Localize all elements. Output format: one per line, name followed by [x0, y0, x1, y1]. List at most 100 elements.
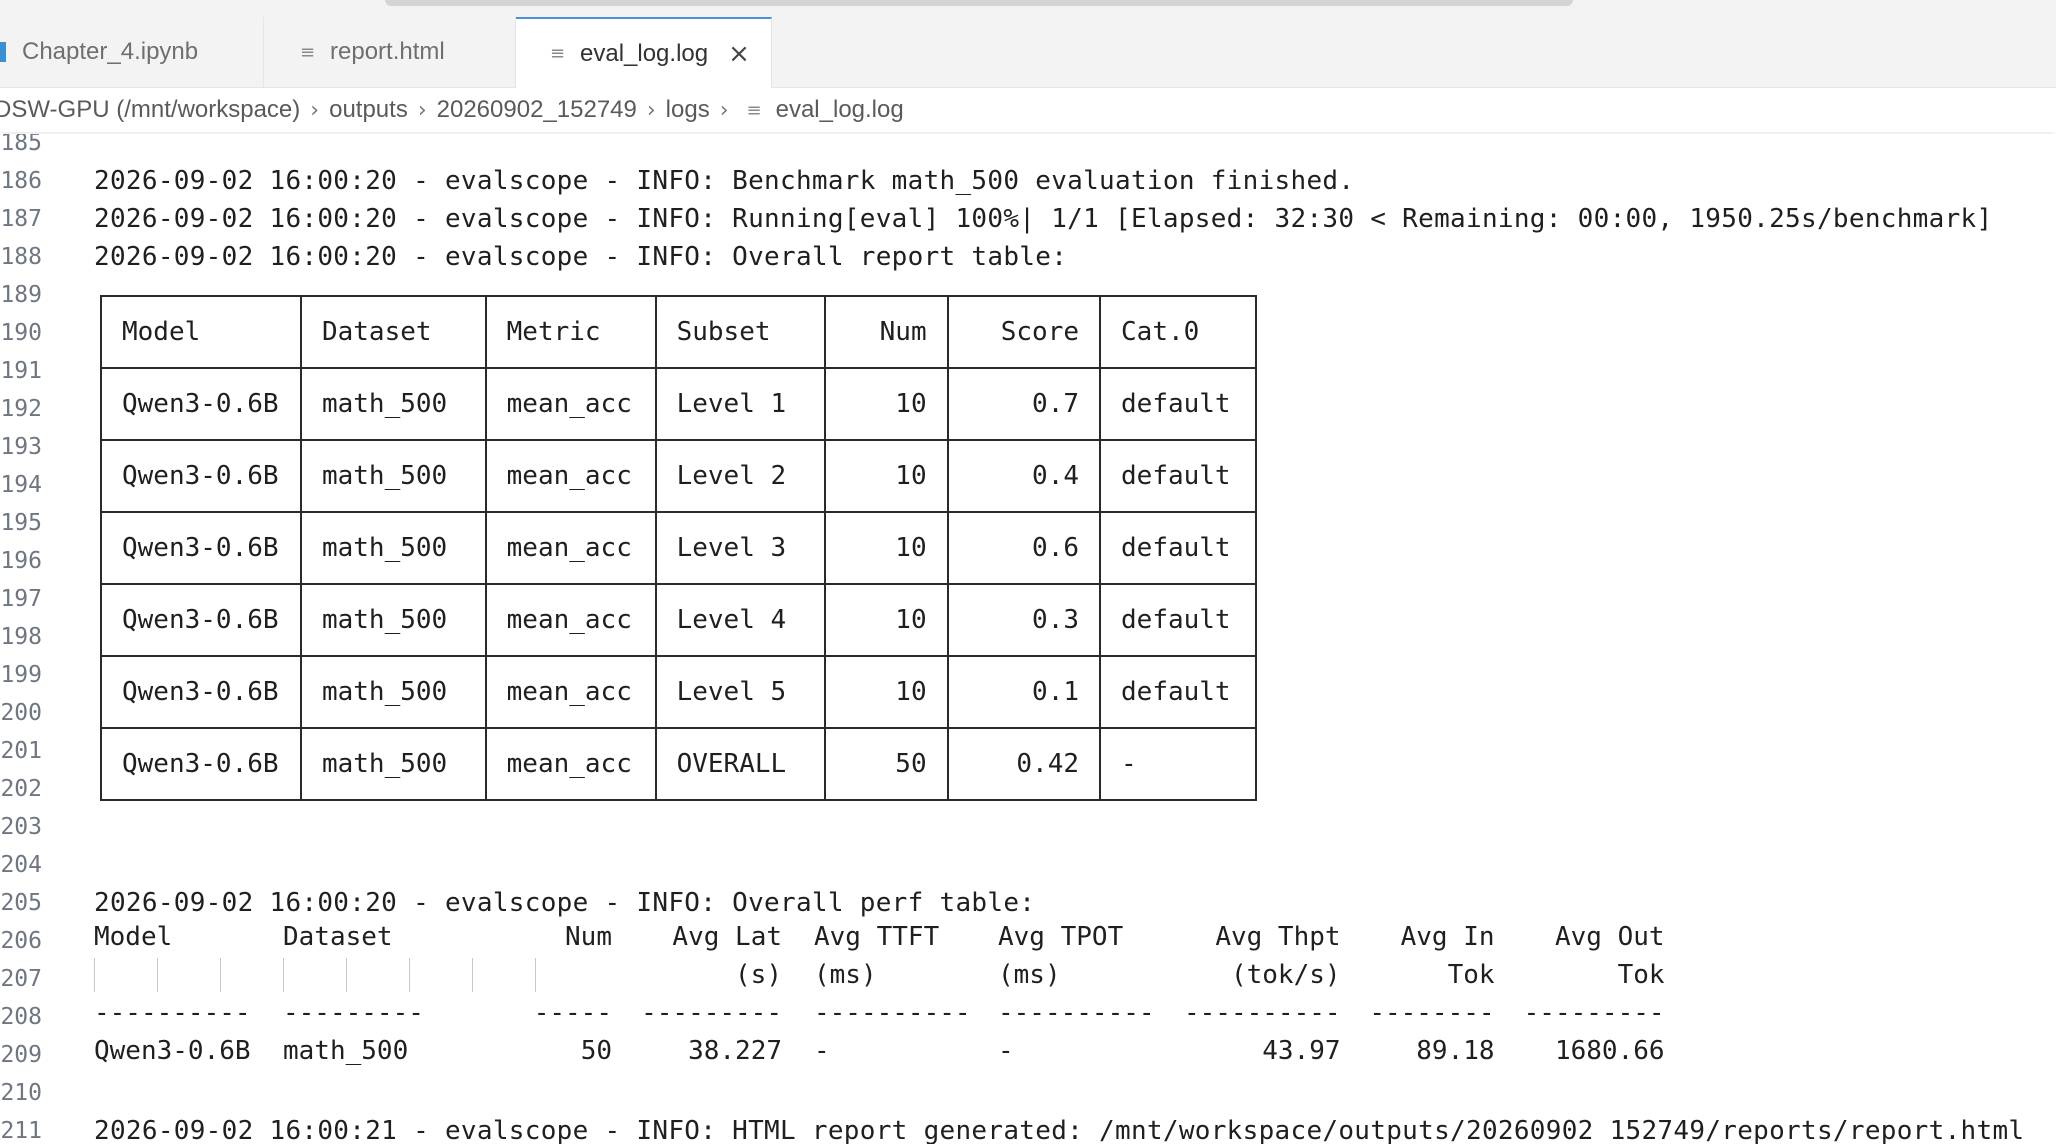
- log-line-186: 2026-09-02 16:00:20 - evalscope - INFO: …: [94, 166, 1355, 196]
- table-cell: 50: [824, 727, 949, 801]
- line-number: 210: [0, 1080, 42, 1106]
- editor-line: 186 2026-09-02 16:00:20 - evalscope - INF…: [0, 162, 2056, 200]
- table-cell: default: [1099, 367, 1257, 441]
- separator-dashes: ----------: [998, 998, 1155, 1028]
- line-number: 189: [0, 282, 42, 308]
- column-header: Avg TTFT: [814, 922, 940, 952]
- table-cell: 0.4: [946, 439, 1102, 513]
- line-number: 207: [0, 966, 42, 992]
- line-number: 199: [0, 662, 42, 688]
- separator-dashes: ---------: [641, 998, 782, 1028]
- notebook-icon: [0, 42, 6, 62]
- table-cell: OVERALL: [654, 727, 827, 801]
- table-cell: mean_acc: [484, 511, 657, 585]
- column-header: (tok/s): [1230, 960, 1341, 990]
- separator-dashes: ----------: [1184, 998, 1341, 1028]
- line-number: 196: [0, 548, 42, 574]
- column-header: Tok: [1447, 960, 1495, 990]
- line-number: 211: [0, 1118, 42, 1144]
- table-cell: 10: [824, 439, 949, 513]
- column-header: Avg Out: [1554, 922, 1665, 952]
- table-cell: 0.6: [946, 511, 1102, 585]
- table-cell: Level 5: [654, 655, 827, 729]
- column-header: Subset: [654, 295, 827, 369]
- table-cell: mean_acc: [484, 583, 657, 657]
- table-row: Qwen3-0.6B math_500 mean_acc Level 3 10 …: [100, 511, 1257, 585]
- overall-perf-table: Model Dataset Num Avg Lat Avg TTFT Avg T…: [94, 918, 1665, 1070]
- table-row: Qwen3-0.6B math_500 mean_acc Level 4 10 …: [100, 583, 1257, 657]
- line-number: 186: [0, 168, 42, 194]
- separator-dashes: -----: [533, 998, 612, 1028]
- breadcrumb-root[interactable]: DSW-GPU (/mnt/workspace): [0, 96, 300, 124]
- line-number: 188: [0, 244, 42, 270]
- table-cell: 38.227: [688, 1036, 782, 1066]
- perf-separator-row: ---------- --------- ----- --------- ---…: [94, 994, 1665, 1032]
- separator-dashes: --------: [1369, 998, 1495, 1028]
- tab-report-html[interactable]: ≡ report.html: [264, 17, 516, 87]
- column-header: Tok: [1617, 960, 1665, 990]
- editor-tab-bar: Chapter_4.ipynb ≡ report.html ≡ eval_log…: [0, 17, 2056, 88]
- breadcrumb-file[interactable]: eval_log.log: [776, 96, 904, 124]
- table-cell: Qwen3-0.6B: [100, 439, 302, 513]
- table-cell: -: [998, 1036, 1014, 1066]
- log-line-188: 2026-09-02 16:00:20 - evalscope - INFO: …: [94, 242, 1068, 272]
- table-cell: math_500: [299, 439, 487, 513]
- close-icon[interactable]: ×: [728, 39, 750, 69]
- editor-line: 204: [0, 846, 2056, 884]
- table-cell: Level 1: [654, 367, 827, 441]
- separator-dashes: ----------: [94, 998, 251, 1028]
- tab-label: Chapter_4.ipynb: [22, 38, 199, 65]
- line-number: 195: [0, 510, 42, 536]
- editor-line: 203: [0, 808, 2056, 846]
- horizontal-scrollbar-thumb[interactable]: [385, 0, 1573, 6]
- column-header: Avg Lat: [672, 922, 782, 952]
- table-cell: Qwen3-0.6B: [100, 511, 302, 585]
- line-number: 206: [0, 928, 42, 954]
- line-number: 204: [0, 852, 42, 878]
- table-cell: 0.1: [946, 655, 1102, 729]
- perf-data-row: Qwen3-0.6B math_500 50 38.227 - - 43.97 …: [94, 1032, 1665, 1070]
- line-number: 187: [0, 206, 42, 232]
- column-header: (ms): [814, 960, 877, 990]
- table-cell: mean_acc: [484, 439, 657, 513]
- line-number: 201: [0, 738, 42, 764]
- line-number: 192: [0, 396, 42, 422]
- table-cell: Level 2: [654, 439, 827, 513]
- column-header: Dataset: [299, 295, 487, 369]
- table-cell: -: [1099, 727, 1257, 801]
- column-header: Score: [946, 295, 1102, 369]
- table-cell: default: [1099, 583, 1257, 657]
- separator-dashes: ---------: [283, 998, 424, 1028]
- line-number: 197: [0, 586, 42, 612]
- table-row: Qwen3-0.6B math_500 mean_acc Level 2 10 …: [100, 439, 1257, 513]
- editor-text-area[interactable]: 185 186 2026-09-02 16:00:20 - evalscope -…: [0, 134, 2056, 1144]
- table-cell: default: [1099, 511, 1257, 585]
- text-file-icon: ≡: [550, 43, 566, 64]
- perf-header-row: Model Dataset Num Avg Lat Avg TTFT Avg T…: [94, 918, 1665, 956]
- table-cell: math_500: [299, 655, 487, 729]
- editor-line: 210: [0, 1074, 2056, 1112]
- table-cell: 0.7: [946, 367, 1102, 441]
- line-number: 191: [0, 358, 42, 384]
- line-number: 193: [0, 434, 42, 460]
- table-row: Qwen3-0.6B math_500 mean_acc Level 1 10 …: [100, 367, 1257, 441]
- table-cell: Qwen3-0.6B: [100, 655, 302, 729]
- tab-chapter-4-ipynb[interactable]: Chapter_4.ipynb: [0, 17, 264, 87]
- table-cell: math_500: [299, 583, 487, 657]
- indent-guides: [94, 956, 283, 994]
- table-cell: default: [1099, 439, 1257, 513]
- separator-dashes: ---------: [1523, 998, 1665, 1028]
- column-header: Cat.0: [1099, 295, 1257, 369]
- chevron-right-icon: ›: [417, 97, 427, 123]
- column-header: Metric: [484, 295, 657, 369]
- breadcrumb-outputs[interactable]: outputs: [329, 96, 408, 124]
- line-number: 208: [0, 1004, 42, 1030]
- table-cell: math_500: [299, 511, 487, 585]
- breadcrumb-run-folder[interactable]: 20260902_152749: [437, 96, 637, 124]
- breadcrumb-logs[interactable]: logs: [666, 96, 710, 124]
- table-cell: 50: [580, 1036, 612, 1066]
- line-number: 205: [0, 890, 42, 916]
- indent-guides: [283, 956, 472, 994]
- tab-eval-log[interactable]: ≡ eval_log.log ×: [516, 17, 772, 88]
- table-row: Qwen3-0.6B math_500 mean_acc Level 5 10 …: [100, 655, 1257, 729]
